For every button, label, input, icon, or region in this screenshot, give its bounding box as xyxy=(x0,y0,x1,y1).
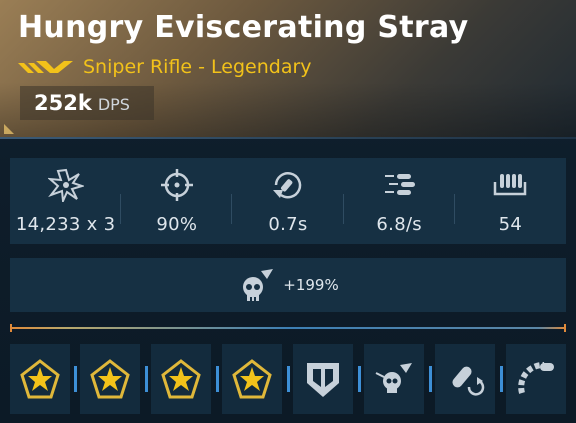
perk-value: +199% xyxy=(283,276,339,294)
skull-critical-icon xyxy=(375,363,412,393)
stat-fire-rate-value: 6.8/s xyxy=(376,214,422,235)
armor-shield-icon xyxy=(307,363,339,397)
weapon-header: Hungry Eviscerating Stray Sniper Rifle -… xyxy=(0,0,576,137)
header-divider xyxy=(0,137,576,139)
mod-slot-4[interactable] xyxy=(222,344,282,414)
gold-star-badge-icon xyxy=(232,359,272,399)
weapon-type-row: Sniper Rifle - Legendary xyxy=(18,55,312,79)
mod-slot-7[interactable] xyxy=(435,344,495,414)
mod-separator xyxy=(358,366,361,392)
mod-slot-1[interactable] xyxy=(10,344,70,414)
mod-separator xyxy=(500,366,503,392)
fire-rate-icon xyxy=(385,174,416,195)
weapon-card: Hungry Eviscerating Stray Sniper Rifle -… xyxy=(0,0,576,423)
dps-label: DPS xyxy=(97,95,130,114)
weapon-type-rarity: Sniper Rifle - Legendary xyxy=(83,56,312,78)
mod-slot-2[interactable] xyxy=(80,344,140,414)
crosshair-accuracy-icon xyxy=(160,169,193,201)
dps-value: 252k xyxy=(34,91,92,115)
reload-time-icon xyxy=(273,172,302,199)
gold-star-badge-icon xyxy=(20,359,60,399)
stat-magazine-value: 54 xyxy=(498,214,523,235)
stat-damage-value: 14,233 x 3 xyxy=(15,214,116,235)
stat-reload[interactable]: 0.7s xyxy=(232,158,344,244)
gold-star-badge-icon xyxy=(90,359,130,399)
mod-separator xyxy=(216,366,219,392)
ammo-reload-icon xyxy=(452,366,485,396)
stat-damage[interactable]: 14,233 x 3 xyxy=(10,158,122,244)
mod-separator xyxy=(74,366,77,392)
mod-slot-8[interactable] xyxy=(506,344,566,414)
stats-panel: 14,233 x 3 90% 0.7s 6.8/s 54 xyxy=(10,158,566,244)
stat-accuracy-value: 90% xyxy=(156,214,198,235)
stat-reload-value: 0.7s xyxy=(268,214,308,235)
mod-separator xyxy=(145,366,148,392)
mod-separator xyxy=(429,366,432,392)
weapon-name: Hungry Eviscerating Stray xyxy=(18,10,469,45)
perk-bar[interactable]: +199% xyxy=(10,258,566,312)
dps-box: 252k DPS xyxy=(20,86,154,120)
rarity-chevrons-icon xyxy=(18,61,73,73)
stat-magazine[interactable]: 54 xyxy=(455,158,566,244)
stat-fire-rate[interactable]: 6.8/s xyxy=(344,158,455,244)
skull-crit-damage-icon xyxy=(243,269,274,301)
mod-slot-3[interactable] xyxy=(151,344,211,414)
mod-separator xyxy=(287,366,290,392)
corner-marker xyxy=(4,124,14,134)
damage-burst-icon xyxy=(47,168,84,202)
mod-slot-5[interactable] xyxy=(293,344,353,414)
ammo-belt-icon xyxy=(518,362,554,394)
mod-slot-6[interactable] xyxy=(364,344,424,414)
stat-accuracy[interactable]: 90% xyxy=(121,158,233,244)
section-divider xyxy=(10,324,566,332)
mod-slots xyxy=(10,344,576,414)
gold-star-badge-icon xyxy=(161,359,201,399)
magazine-size-icon xyxy=(494,174,527,196)
